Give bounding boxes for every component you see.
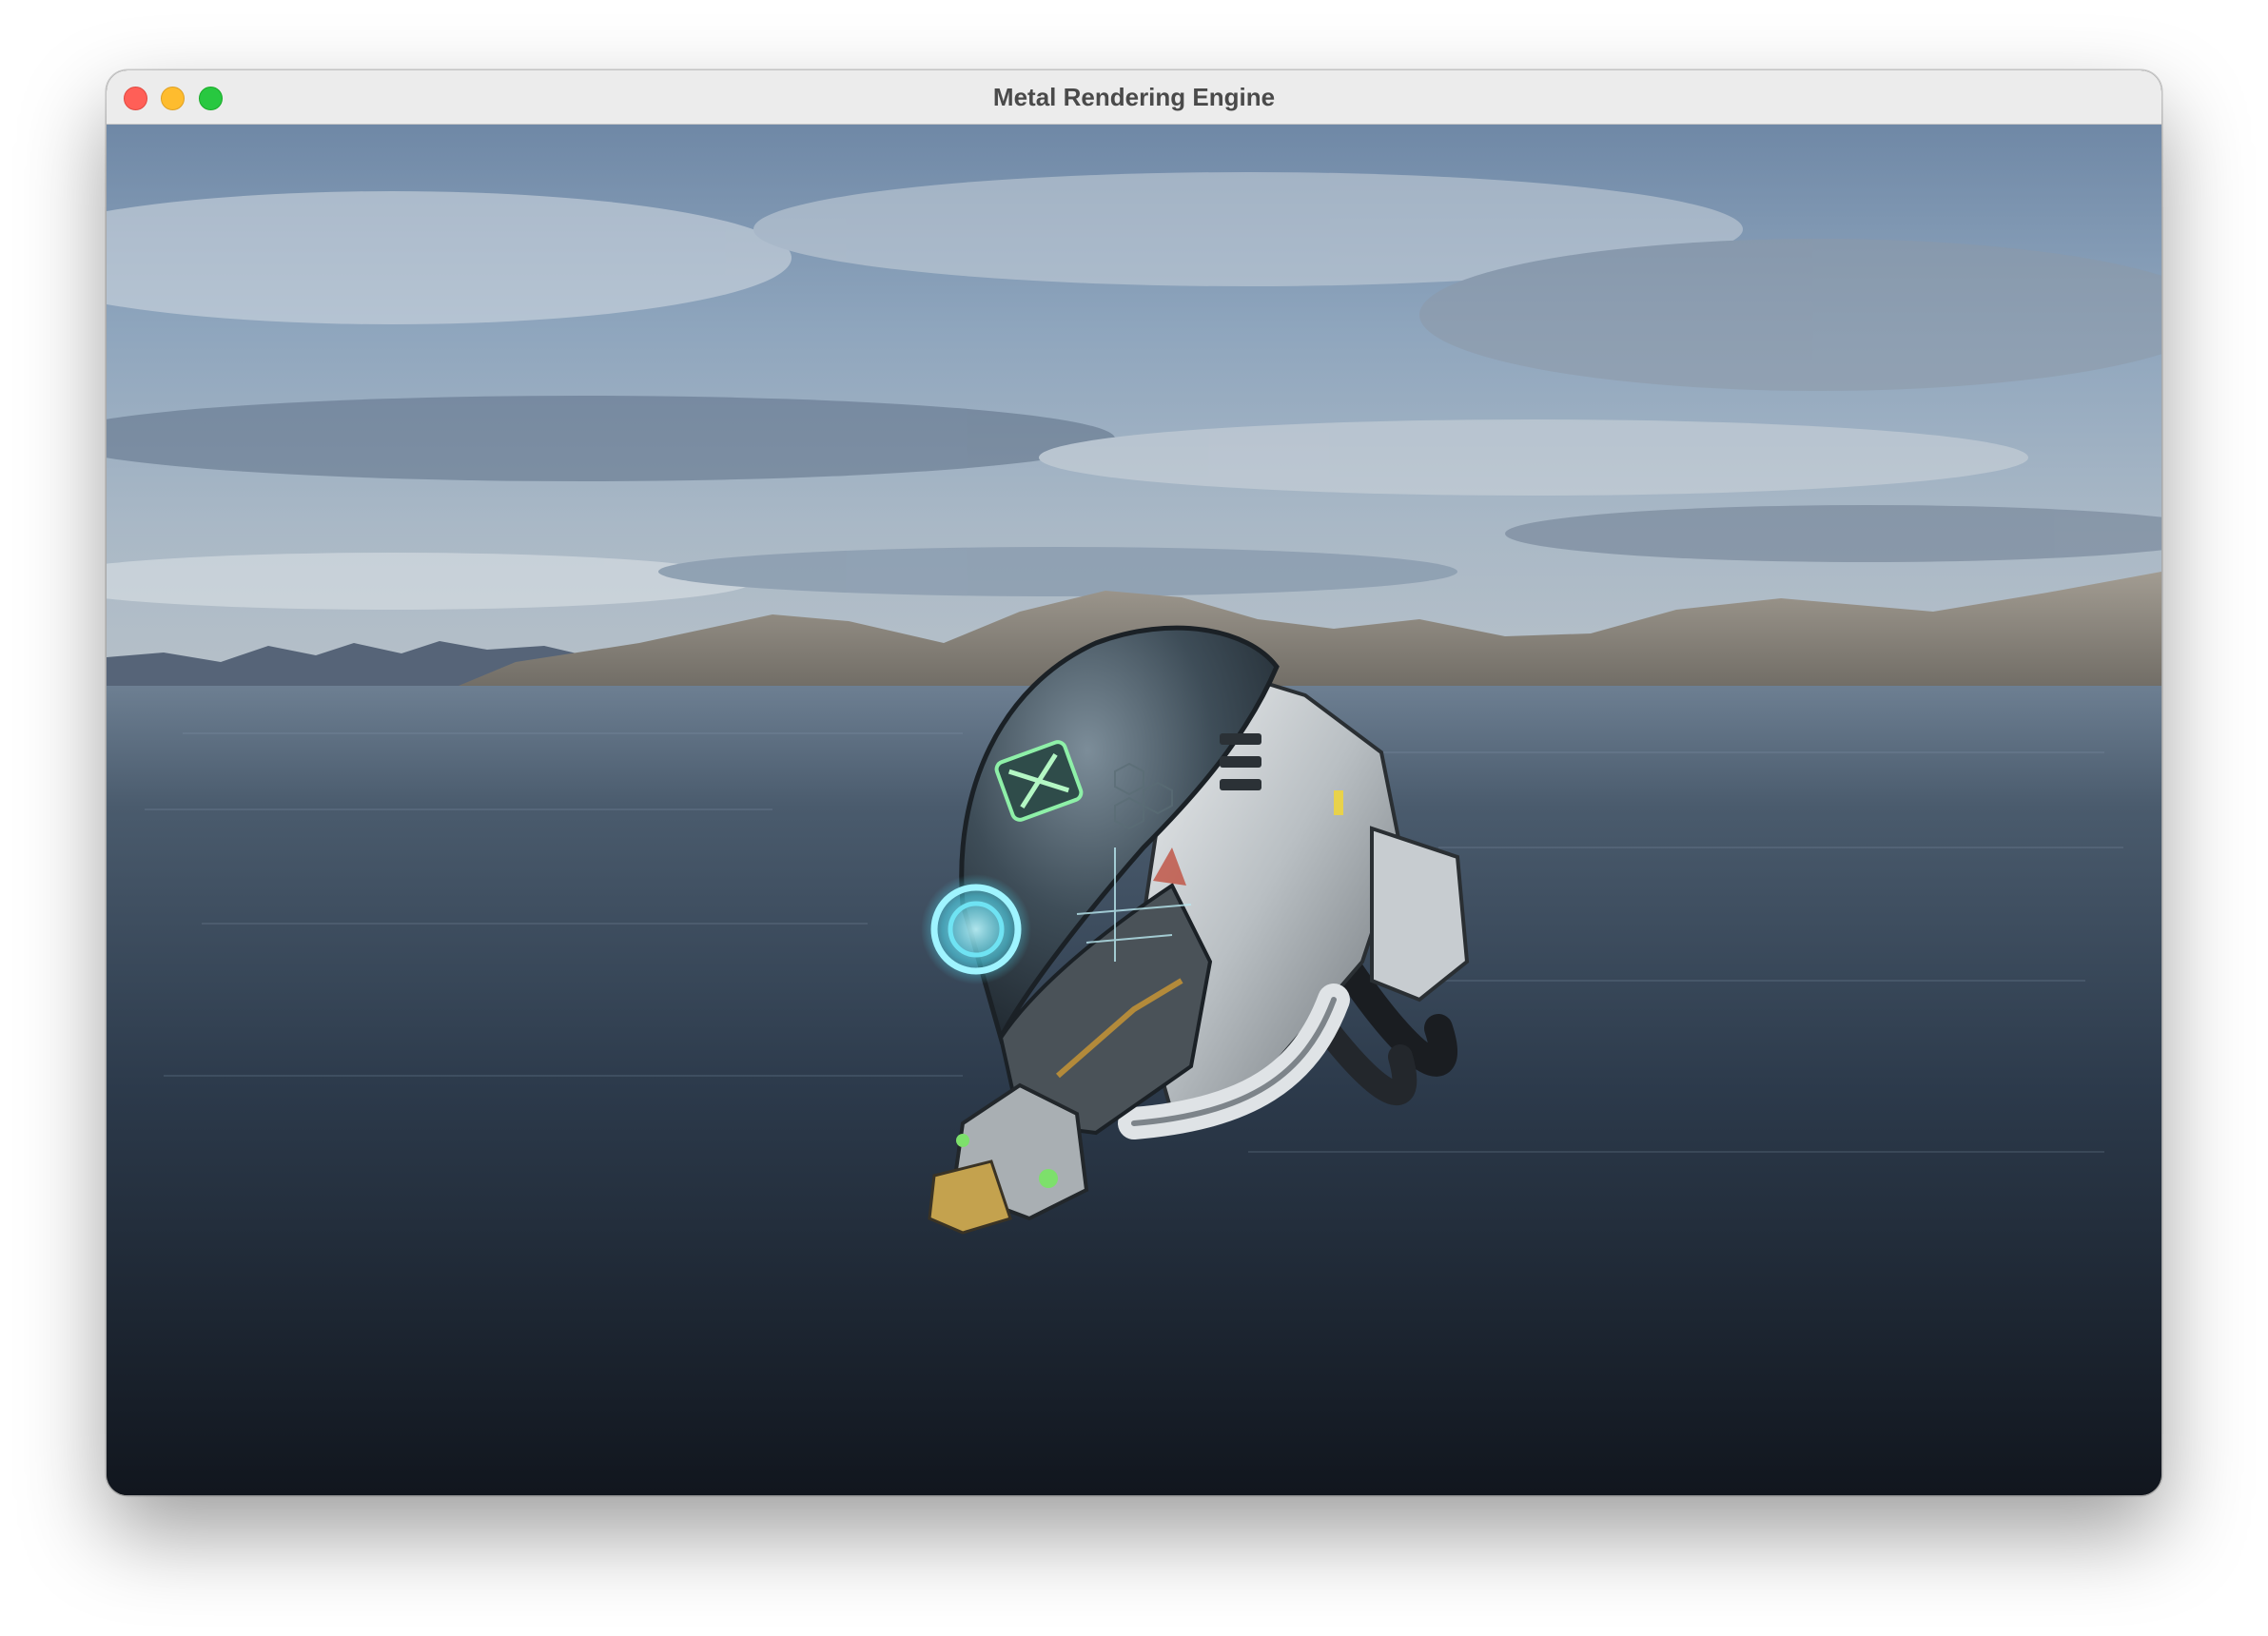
scene-canvas (107, 125, 2161, 1495)
window-title: Metal Rendering Engine (992, 83, 1276, 111)
render-viewport[interactable] (107, 125, 2161, 1495)
app-window: Metal Rendering Engine (107, 70, 2161, 1495)
title-bar[interactable]: Metal Rendering Engine (107, 70, 2161, 125)
